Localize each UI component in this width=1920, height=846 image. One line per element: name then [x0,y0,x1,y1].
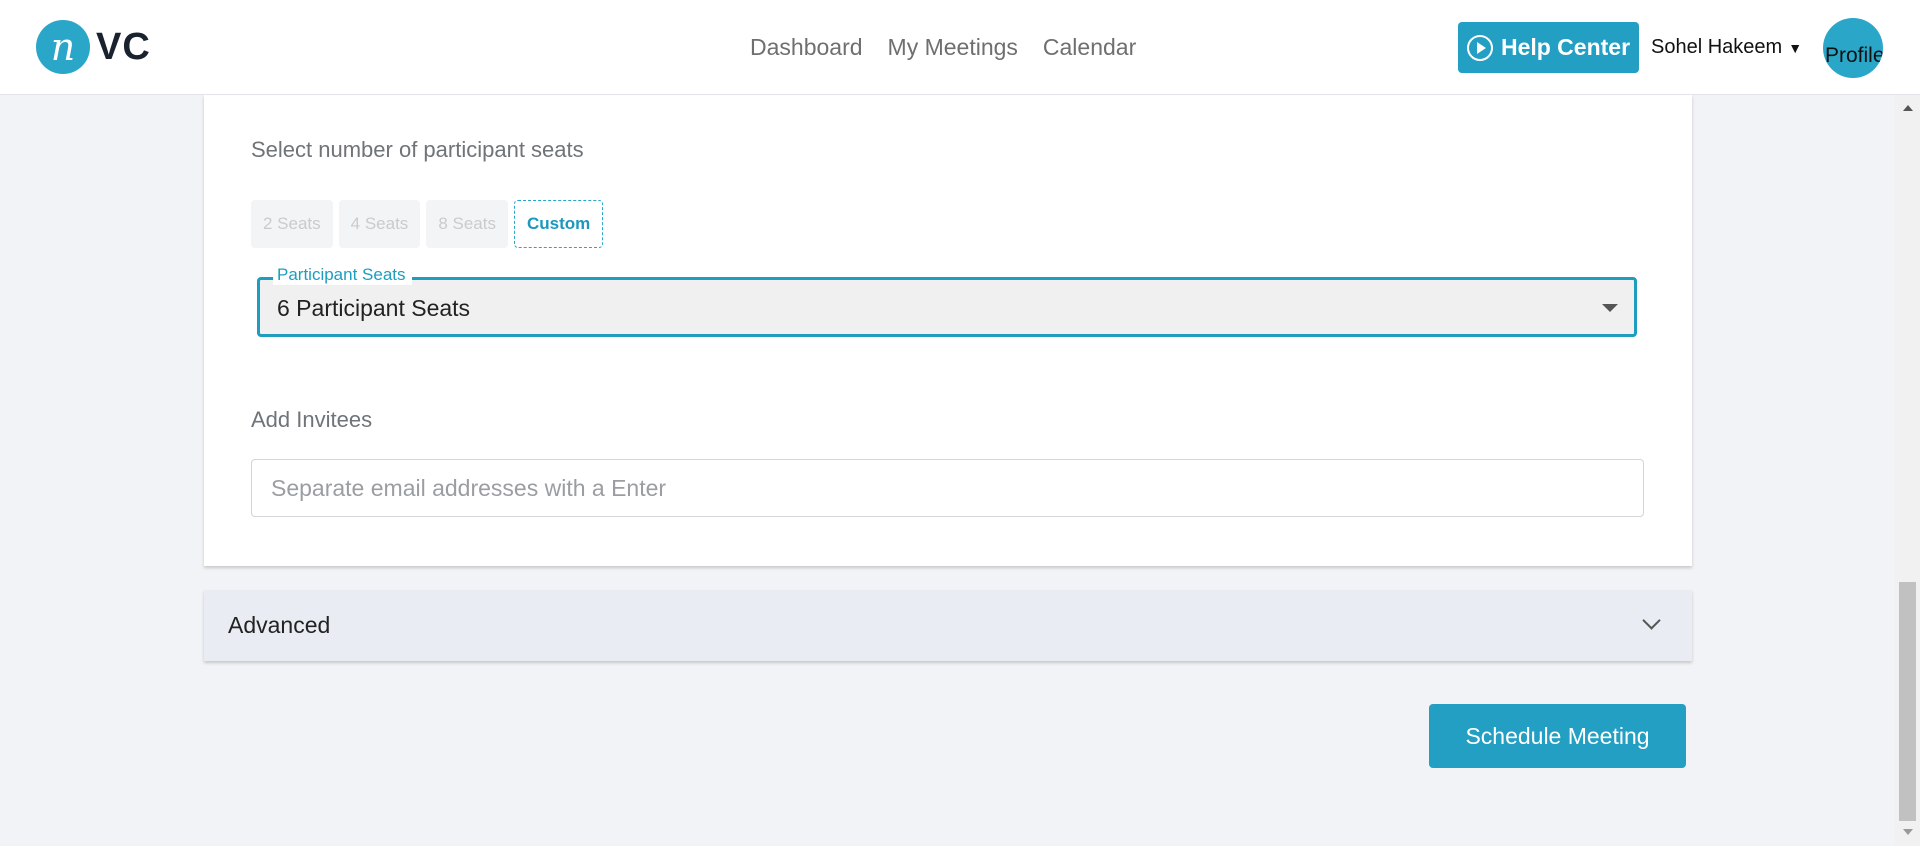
advanced-label: Advanced [228,612,331,638]
user-menu[interactable]: Sohel Hakeem ▼ [1651,36,1802,59]
advanced-accordion[interactable]: Advanced [204,590,1692,661]
nav-calendar[interactable]: Calendar [1043,34,1136,61]
seat-option-custom[interactable]: Custom [513,200,604,248]
invitees-input[interactable] [251,459,1644,517]
nav-my-meetings[interactable]: My Meetings [888,34,1018,61]
scroll-thumb[interactable] [1899,582,1916,821]
invitees-label: Add Invitees [251,407,373,432]
select-value: 6 Participant Seats [277,295,471,321]
seat-options: 2 Seats 4 Seats 8 Seats Custom [251,200,604,248]
help-center-button[interactable]: Help Center [1458,22,1639,73]
logo-mark: n [36,20,90,74]
avatar-alt-text: Profile [1825,44,1883,67]
scrollbar[interactable] [1895,95,1920,846]
seat-option-8[interactable]: 8 Seats [426,200,508,248]
logo-text: VC [96,25,151,68]
seat-option-4[interactable]: 4 Seats [338,200,421,248]
avatar[interactable]: Profile [1823,18,1883,78]
caret-down-icon: ▼ [1788,39,1803,56]
meeting-form-card: Select number of participant seats 2 Sea… [204,95,1692,566]
top-navbar: n VC Dashboard My Meetings Calendar Help… [0,0,1920,95]
participant-seats-select[interactable]: Participant Seats 6 Participant Seats [257,265,1637,337]
seat-option-2[interactable]: 2 Seats [251,200,333,248]
main-nav: Dashboard My Meetings Calendar [750,34,1136,61]
seats-section-label: Select number of participant seats [251,137,584,162]
chevron-down-icon [1642,611,1661,630]
play-circle-icon [1466,34,1493,61]
user-name: Sohel Hakeem [1651,36,1783,58]
nvc-logo[interactable]: n VC [36,20,151,74]
scroll-down-arrow-icon[interactable] [1903,829,1913,835]
schedule-meeting-button[interactable]: Schedule Meeting [1429,704,1686,768]
select-legend: Participant Seats [273,265,412,285]
help-center-label: Help Center [1500,34,1631,60]
scroll-up-arrow-icon[interactable] [1903,105,1913,111]
dropdown-arrow-icon [1602,304,1618,312]
nav-dashboard[interactable]: Dashboard [750,34,863,61]
